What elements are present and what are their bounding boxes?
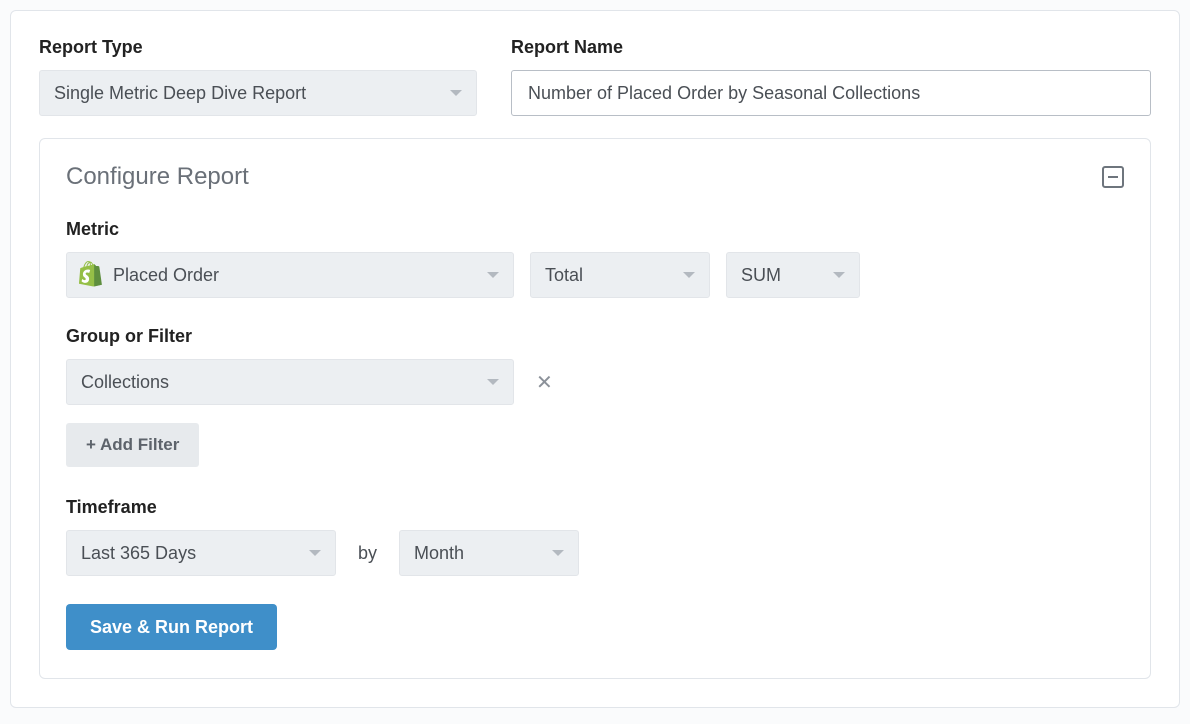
- collapse-button[interactable]: [1102, 166, 1124, 188]
- metric-select[interactable]: Placed Order: [66, 252, 514, 298]
- timeframe-interval-value: Month: [414, 543, 464, 564]
- timeframe-label: Timeframe: [66, 497, 1124, 518]
- report-card: Report Type Single Metric Deep Dive Repo…: [10, 10, 1180, 708]
- report-type-value: Single Metric Deep Dive Report: [54, 83, 306, 104]
- group-select[interactable]: Collections: [66, 359, 514, 405]
- metric-row: Placed Order Total SUM: [66, 252, 1124, 298]
- chevron-down-icon: [487, 379, 499, 385]
- remove-group-button[interactable]: ✕: [530, 370, 559, 395]
- top-row: Report Type Single Metric Deep Dive Repo…: [39, 37, 1151, 116]
- group-row: Collections ✕: [66, 359, 1124, 405]
- panel-title: Configure Report: [66, 163, 249, 191]
- metric-label: Metric: [66, 219, 1124, 240]
- chevron-down-icon: [833, 272, 845, 278]
- report-name-group: Report Name: [511, 37, 1151, 116]
- group-value: Collections: [81, 372, 169, 393]
- timeframe-interval-select[interactable]: Month: [399, 530, 579, 576]
- metric-agg-value: SUM: [741, 265, 781, 286]
- chevron-down-icon: [450, 90, 462, 96]
- report-type-group: Report Type Single Metric Deep Dive Repo…: [39, 37, 477, 116]
- close-icon: ✕: [536, 372, 553, 394]
- save-run-button[interactable]: Save & Run Report: [66, 604, 277, 650]
- timeframe-range-select[interactable]: Last 365 Days: [66, 530, 336, 576]
- report-name-label: Report Name: [511, 37, 1151, 58]
- chevron-down-icon: [309, 550, 321, 556]
- chevron-down-icon: [552, 550, 564, 556]
- chevron-down-icon: [487, 272, 499, 278]
- report-type-label: Report Type: [39, 37, 477, 58]
- timeframe-row: Last 365 Days by Month: [66, 530, 1124, 576]
- by-label: by: [358, 543, 377, 564]
- group-filter-label: Group or Filter: [66, 326, 1124, 347]
- metric-mode-value: Total: [545, 265, 583, 286]
- report-name-input[interactable]: [511, 70, 1151, 116]
- shopify-icon: [77, 261, 107, 289]
- timeframe-range-value: Last 365 Days: [81, 543, 196, 564]
- minus-icon: [1108, 176, 1118, 178]
- metric-agg-select[interactable]: SUM: [726, 252, 860, 298]
- chevron-down-icon: [683, 272, 695, 278]
- panel-header: Configure Report: [66, 163, 1124, 191]
- metric-value: Placed Order: [113, 265, 487, 286]
- add-filter-button[interactable]: + Add Filter: [66, 423, 199, 467]
- report-type-select[interactable]: Single Metric Deep Dive Report: [39, 70, 477, 116]
- metric-mode-select[interactable]: Total: [530, 252, 710, 298]
- configure-panel: Configure Report Metric Placed Order: [39, 138, 1151, 679]
